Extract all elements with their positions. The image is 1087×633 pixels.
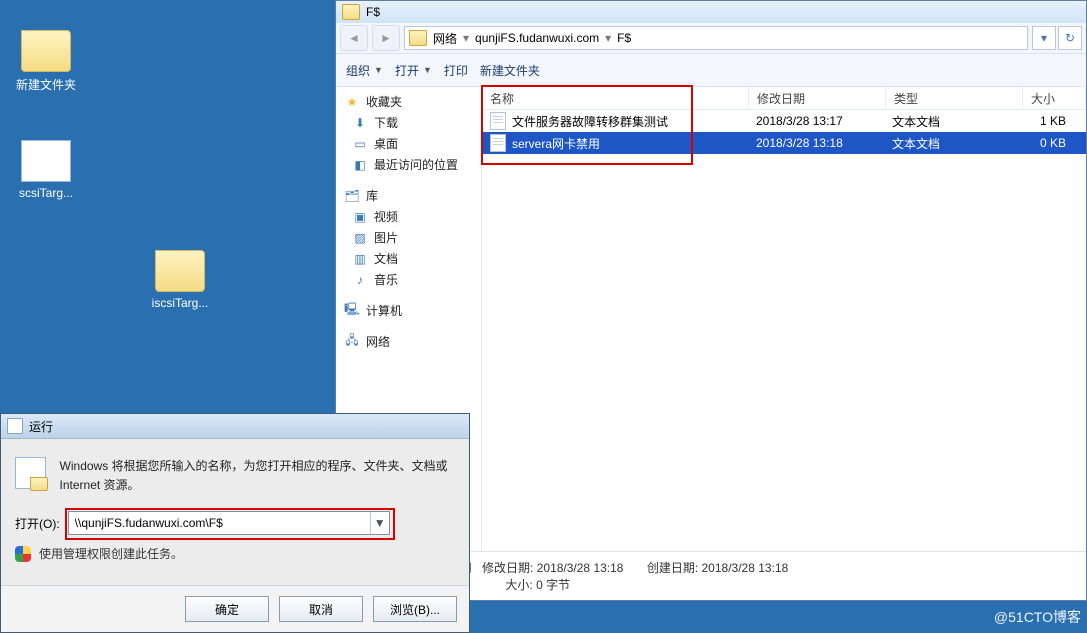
status-ctime-label: 创建日期: [647,561,698,575]
desktop-icon-folder1[interactable]: 新建文件夹 [6,30,86,93]
command-bar: 组织▼ 打开▼ 打印 新建文件夹 [336,54,1086,87]
tree-recent[interactable]: ◧最近访问的位置 [336,154,481,175]
tree-computer[interactable]: 🖳计算机 [336,300,481,321]
status-mtime-label: 修改日期: [482,561,533,575]
nav-row: ◄ ► 网络 ▾ qunjiFS.fudanwuxi.com ▾ F$ ▾ ↻ [336,23,1086,54]
file-size: 0 KB [1020,136,1086,150]
file-type: 文本文档 [884,135,1020,152]
status-size: 0 字节 [536,578,570,592]
file-row-selected[interactable]: servera网卡禁用 2018/3/28 13:18 文本文档 0 KB [482,132,1086,154]
tree-network[interactable]: 🖧网络 [336,331,481,352]
tree-libraries[interactable]: 🗂库 [336,185,481,206]
column-name[interactable]: 名称 [482,87,749,109]
shield-icon [15,546,31,562]
document-icon [490,134,506,152]
desktop-icon: ▭ [352,136,368,152]
run-icon [7,418,23,434]
status-size-label: 大小: [505,578,532,592]
open-input[interactable] [69,516,370,530]
column-date[interactable]: 修改日期 [749,87,886,109]
combobox-dropdown-button[interactable]: ▼ [370,512,389,534]
document-icon [490,112,506,130]
breadcrumb-network[interactable]: 网络 [433,30,457,47]
run-title: 运行 [29,418,53,435]
open-button[interactable]: 打开▼ [395,62,432,79]
breadcrumb-separator: ▾ [605,31,611,45]
file-size: 1 KB [1020,114,1086,128]
address-bar[interactable]: 网络 ▾ qunjiFS.fudanwuxi.com ▾ F$ [404,26,1028,50]
open-combobox[interactable]: ▼ [68,511,390,535]
browse-button[interactable]: 浏览(B)... [373,596,457,622]
picture-icon: ▨ [352,230,368,246]
breadcrumb-share[interactable]: F$ [617,31,631,45]
print-button[interactable]: 打印 [444,62,468,79]
library-icon: 🗂 [344,188,360,204]
run-description: Windows 将根据您所输入的名称，为您打开相应的程序、文件夹、文档或 Int… [60,457,455,495]
new-folder-button[interactable]: 新建文件夹 [480,62,540,79]
run-title-bar[interactable]: 运行 [1,414,469,439]
refresh-dropdown-button[interactable]: ▾ [1032,26,1056,50]
run-program-icon [15,457,46,489]
document-icon: ▥ [352,251,368,267]
video-icon: ▣ [352,209,368,225]
back-button[interactable]: ◄ [340,25,368,51]
tree-pictures[interactable]: ▨图片 [336,227,481,248]
run-dialog: 运行 Windows 将根据您所输入的名称，为您打开相应的程序、文件夹、文档或 … [0,413,470,633]
refresh-button[interactable]: ↻ [1058,26,1082,50]
forward-button[interactable]: ► [372,25,400,51]
explorer-title-bar[interactable]: F$ [336,1,1086,23]
desktop-icon-app[interactable]: scsiTarg... [6,140,86,200]
tree-desktop[interactable]: ▭桌面 [336,133,481,154]
star-icon: ★ [344,94,360,110]
file-name: servera网卡禁用 [512,135,600,152]
folder-icon [21,30,71,72]
column-size[interactable]: 大小 [1023,87,1086,109]
tree-favorites[interactable]: ★收藏夹 [336,91,481,112]
tree-videos[interactable]: ▣视频 [336,206,481,227]
file-list: 名称 修改日期 类型 大小 文件服务器故障转移群集测试 2018/3/28 13… [482,87,1086,551]
folder-icon [342,4,360,20]
file-date: 2018/3/28 13:17 [748,114,884,128]
tree-music[interactable]: ♪音乐 [336,269,481,290]
file-date: 2018/3/28 13:18 [748,136,884,150]
download-icon: ⬇ [352,115,368,131]
breadcrumb-host[interactable]: qunjiFS.fudanwuxi.com [475,31,599,45]
breadcrumb-separator: ▾ [463,31,469,45]
desktop-icon-label: scsiTarg... [6,186,86,200]
folder-icon [155,250,205,292]
desktop-icon-label: iscsiTarg... [140,296,220,310]
window-title: F$ [366,5,380,19]
watermark: @51CTO博客 [994,607,1081,627]
column-type[interactable]: 类型 [886,87,1023,109]
file-name: 文件服务器故障转移群集测试 [512,113,668,130]
status-ctime: 2018/3/28 13:18 [702,561,789,575]
tree-documents[interactable]: ▥文档 [336,248,481,269]
status-mtime: 2018/3/28 13:18 [537,561,624,575]
app-icon [21,140,71,182]
admin-task-label: 使用管理权限创建此任务。 [39,545,183,562]
file-row[interactable]: 文件服务器故障转移群集测试 2018/3/28 13:17 文本文档 1 KB [482,110,1086,132]
ok-button[interactable]: 确定 [185,596,269,622]
column-headers: 名称 修改日期 类型 大小 [482,87,1086,110]
organize-button[interactable]: 组织▼ [346,62,383,79]
folder-icon [409,30,427,46]
computer-icon: 🖳 [344,303,360,319]
tree-downloads[interactable]: ⬇下载 [336,112,481,133]
music-icon: ♪ [352,272,368,288]
open-label: 打开(O): [15,515,60,532]
desktop-icon-label: 新建文件夹 [6,76,86,93]
recent-icon: ◧ [352,157,368,173]
desktop-icon-folder2[interactable]: iscsiTarg... [140,250,220,310]
cancel-button[interactable]: 取消 [279,596,363,622]
network-icon: 🖧 [344,334,360,350]
file-type: 文本文档 [884,113,1020,130]
